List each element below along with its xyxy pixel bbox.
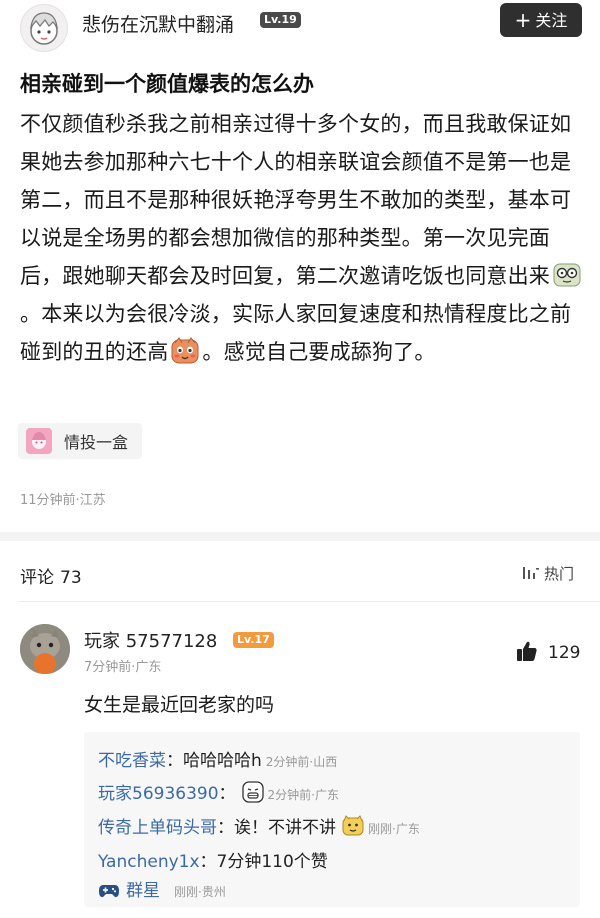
commenter-level-badge: Lv.17 bbox=[233, 632, 274, 648]
author-avatar[interactable] bbox=[20, 4, 68, 52]
reply-text: 哈哈哈哈h bbox=[183, 751, 262, 771]
author-name[interactable]: 悲伤在沉默中翻涌 bbox=[82, 10, 234, 37]
post-body: 不仅颜值秒杀我之前相亲过得十多个女的，而且我敢保证如果她去参加那种六七十个人的相… bbox=[20, 105, 588, 371]
reply-meta: 2分钟前·山西 bbox=[265, 755, 338, 769]
grinning-face-emoji-icon bbox=[241, 781, 264, 803]
comments-label: 评论 bbox=[20, 568, 54, 588]
dog-face-emoji-icon bbox=[342, 815, 364, 837]
comment-timestamp-location: 7分钟前·广东 bbox=[84, 660, 162, 675]
like-count: 129 bbox=[548, 643, 581, 663]
comments-header: 评论 73 热门 bbox=[0, 541, 600, 601]
comments-divider bbox=[18, 601, 600, 602]
reply-author[interactable]: 传奇上单码头哥 bbox=[98, 818, 217, 838]
commenter-avatar[interactable] bbox=[20, 624, 70, 674]
reply-author[interactable]: Yancheny1x bbox=[98, 852, 200, 872]
reply-text: 7分钟110个赞 bbox=[216, 852, 328, 872]
follow-label: 关注 bbox=[535, 11, 568, 30]
post-header: 悲伤在沉默中翻涌 Lv.19 + 关注 bbox=[0, 0, 600, 56]
post-title: 相亲碰到一个颜值爆表的怎么办 bbox=[20, 72, 314, 96]
reply-author[interactable]: 群星 bbox=[126, 881, 160, 901]
comments-count: 73 bbox=[60, 568, 82, 588]
gamepad-icon bbox=[98, 883, 120, 904]
replies-panel: 不吃香菜：哈哈哈哈h 2分钟前·山西 玩家56936390： 2分钟前·广东 传奇… bbox=[84, 732, 580, 907]
comments-title: 评论 73 bbox=[20, 563, 82, 588]
topic-tag-icon bbox=[26, 428, 52, 454]
reply-meta: 刚刚·贵州 bbox=[174, 885, 226, 899]
reply-meta: 2分钟前·广东 bbox=[267, 788, 339, 802]
reply-item[interactable]: 传奇上单码头哥：诶！不讲不讲 刚刚·广东 bbox=[98, 813, 420, 838]
post-timestamp-location: 11分钟前·江苏 bbox=[20, 493, 106, 508]
sort-hot-label: 热门 bbox=[544, 565, 575, 583]
author-level-badge: Lv.19 bbox=[260, 12, 301, 28]
reply-item[interactable]: 群星 刚刚·贵州 bbox=[98, 876, 226, 904]
reply-author[interactable]: 不吃香菜 bbox=[98, 751, 166, 771]
reply-item[interactable]: 不吃香菜：哈哈哈哈h 2分钟前·山西 bbox=[98, 746, 337, 771]
plus-icon: + bbox=[514, 8, 532, 32]
sort-bars-icon bbox=[522, 565, 540, 585]
section-divider bbox=[0, 532, 600, 541]
topic-tag-label: 情投一盒 bbox=[64, 433, 129, 452]
follow-button[interactable]: + 关注 bbox=[500, 3, 582, 37]
reply-author[interactable]: 玩家56936390 bbox=[98, 784, 219, 804]
thumbs-up-icon bbox=[516, 640, 538, 666]
commenter-name[interactable]: 玩家 57577128 bbox=[84, 627, 217, 653]
glasses-face-emoji-icon bbox=[552, 261, 582, 289]
reply-text: 诶！不讲不讲 bbox=[234, 818, 336, 838]
topic-tag[interactable]: 情投一盒 bbox=[18, 423, 143, 459]
post-body-part1: 不仅颜值秒杀我之前相亲过得十多个女的，而且我敢保证如果她去参加那种六七十个人的相… bbox=[20, 112, 572, 288]
reply-item[interactable]: Yancheny1x：7分钟110个赞 bbox=[98, 847, 332, 872]
post-body-part3: 。感觉自己要成舔狗了。 bbox=[202, 340, 436, 364]
comment-text: 女生是最近回老家的吗 bbox=[84, 694, 275, 716]
sort-hot-button[interactable]: 热门 bbox=[522, 563, 574, 585]
reply-meta: 刚刚·广东 bbox=[368, 822, 420, 836]
reply-item[interactable]: 玩家56936390： 2分钟前·广东 bbox=[98, 779, 339, 804]
like-button[interactable]: 129 bbox=[516, 640, 580, 666]
blushing-face-emoji-icon bbox=[170, 337, 200, 365]
